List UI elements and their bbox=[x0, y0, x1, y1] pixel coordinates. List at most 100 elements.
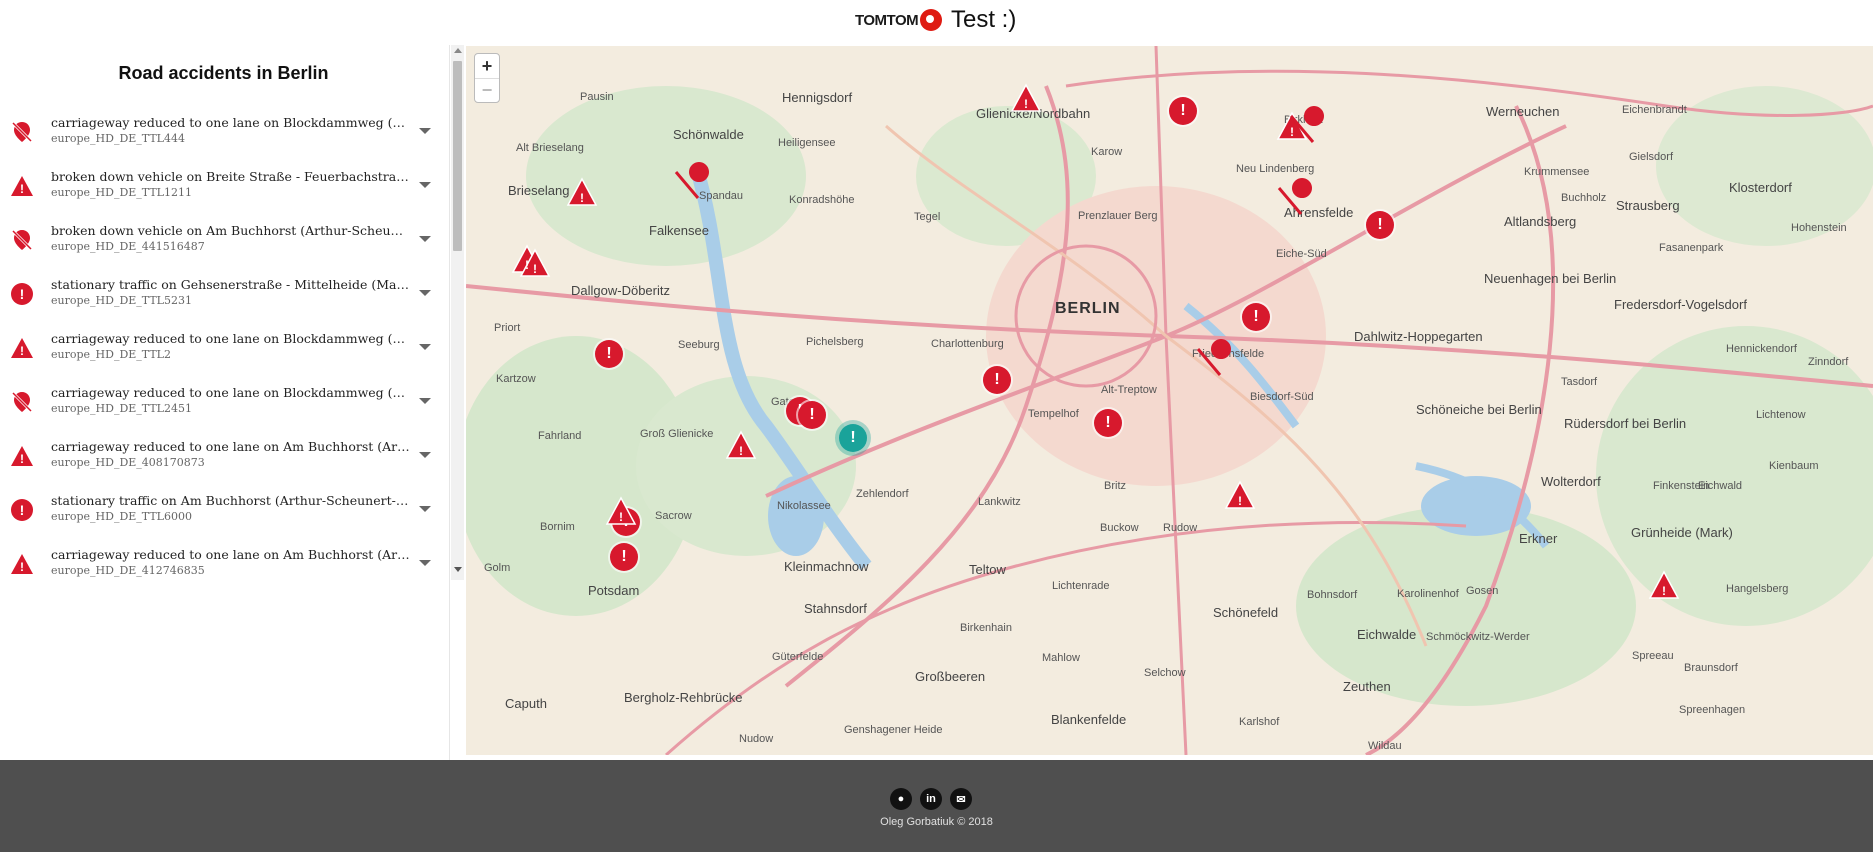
map-label: Tempelhof bbox=[1028, 408, 1079, 420]
mail-icon[interactable]: ✉ bbox=[950, 788, 972, 810]
zoom-out-button[interactable]: − bbox=[475, 78, 499, 102]
map-label: Selchow bbox=[1144, 667, 1186, 679]
map-label: Spreenhagen bbox=[1679, 704, 1746, 716]
alert-marker-icon[interactable]: ! bbox=[1094, 409, 1122, 437]
expand-chevron-down-icon[interactable] bbox=[419, 236, 431, 242]
map-label: Gielsdorf bbox=[1629, 151, 1674, 163]
map-label: Seeburg bbox=[678, 339, 720, 351]
map-label: Mahlow bbox=[1042, 652, 1080, 664]
alert-marker-icon[interactable]: ! bbox=[1366, 211, 1394, 239]
map-label: Alt Brieselang bbox=[516, 142, 584, 154]
map-label: Gosen bbox=[1466, 585, 1499, 597]
incident-title: carriageway reduced to one lane on Block… bbox=[51, 115, 411, 130]
incident-title: broken down vehicle on Am Buchhorst (Art… bbox=[51, 223, 411, 238]
incident-list[interactable]: carriageway reduced to one lane on Block… bbox=[0, 108, 452, 578]
map-label: Kienbaum bbox=[1769, 460, 1819, 472]
map-label: Bergholz-Rehbrücke bbox=[624, 690, 743, 705]
incident-title: carriageway reduced to one lane on Am Bu… bbox=[51, 439, 411, 454]
scroll-up-arrow-icon[interactable] bbox=[454, 48, 462, 53]
map-label: Lankwitz bbox=[978, 496, 1021, 508]
map-label: Karow bbox=[1091, 146, 1123, 158]
map-label: Potsdam bbox=[588, 583, 640, 598]
map-label: Tegel bbox=[914, 211, 941, 223]
expand-chevron-down-icon[interactable] bbox=[419, 182, 431, 188]
map-label: Neu Lindenberg bbox=[1236, 163, 1315, 175]
map-label: Werneuchen bbox=[1486, 104, 1560, 119]
map-label: Pichelsberg bbox=[806, 336, 864, 348]
scroll-down-arrow-icon[interactable] bbox=[454, 567, 462, 572]
expand-chevron-down-icon[interactable] bbox=[419, 560, 431, 566]
incident-list-item[interactable]: ! stationary traffic on Am Buchhorst (Art… bbox=[0, 486, 440, 540]
expand-chevron-down-icon[interactable] bbox=[419, 290, 431, 296]
alert-marker-icon[interactable]: ! bbox=[610, 543, 638, 571]
map-label: Lichtenow bbox=[1756, 409, 1806, 421]
map-label: Güterfelde bbox=[772, 651, 824, 663]
svg-text:!: ! bbox=[20, 182, 24, 196]
alert-marker-icon[interactable]: ! bbox=[798, 401, 826, 429]
map-label: Stahnsdorf bbox=[804, 601, 867, 616]
map-label-berlin: BERLIN bbox=[1055, 300, 1121, 317]
alert-marker-icon[interactable]: ! bbox=[612, 508, 640, 536]
github-icon[interactable]: ● bbox=[890, 788, 912, 810]
map-label: Pausin bbox=[580, 91, 614, 103]
alert-marker-icon[interactable]: ! bbox=[983, 366, 1011, 394]
incident-list-item[interactable]: carriageway reduced to one lane on Block… bbox=[0, 108, 440, 162]
map-label: Priort bbox=[494, 322, 521, 334]
expand-chevron-down-icon[interactable] bbox=[419, 452, 431, 458]
expand-chevron-down-icon[interactable] bbox=[419, 398, 431, 404]
map-label: Eichwalde bbox=[1357, 627, 1417, 642]
map-label: Groß Glienicke bbox=[640, 428, 714, 440]
zoom-in-button[interactable]: + bbox=[475, 54, 499, 78]
map-label: Sacrow bbox=[655, 510, 692, 522]
incident-list-item[interactable]: ! stationary traffic on Gehsenerstraße - … bbox=[0, 270, 440, 324]
map-label: Golm bbox=[484, 562, 511, 574]
map-label: Nudow bbox=[739, 733, 774, 745]
map-label: Blankenfelde bbox=[1051, 712, 1127, 727]
map-label: Kartzow bbox=[496, 373, 536, 385]
incident-title: carriageway reduced to one lane on Block… bbox=[51, 385, 411, 400]
zoom-control: + − bbox=[474, 53, 500, 103]
incident-sidebar: Road accidents in Berlin carriageway red… bbox=[0, 45, 450, 760]
expand-chevron-down-icon[interactable] bbox=[419, 506, 431, 512]
map-label: Eiche-Süd bbox=[1276, 248, 1327, 260]
map-label: Charlottenburg bbox=[931, 338, 1004, 350]
map-label: Krummensee bbox=[1524, 166, 1590, 178]
map-label: Hohenstein bbox=[1791, 222, 1847, 234]
svg-text:!: ! bbox=[20, 344, 24, 358]
map-label: Karolinenhof bbox=[1397, 588, 1459, 600]
linkedin-icon[interactable]: in bbox=[920, 788, 942, 810]
alert-marker-icon[interactable]: ! bbox=[1169, 97, 1197, 125]
map-label: Teltow bbox=[969, 562, 1006, 577]
page-title: Test :) bbox=[951, 6, 1017, 33]
svg-text:!: ! bbox=[20, 502, 25, 518]
expand-chevron-down-icon[interactable] bbox=[419, 128, 431, 134]
map-label: Spandau bbox=[699, 190, 744, 202]
warning-triangle-icon: ! bbox=[10, 336, 34, 360]
incident-list-item[interactable]: ! carriageway reduced to one lane on Am B… bbox=[0, 540, 440, 578]
map-label: Eichenbrandt bbox=[1622, 104, 1687, 116]
incident-list-item[interactable]: ! carriageway reduced to one lane on Am B… bbox=[0, 432, 440, 486]
lane-closed-icon bbox=[10, 228, 34, 252]
map-label: Birkholz bbox=[1284, 114, 1324, 126]
map-label: Rüdersdorf bei Berlin bbox=[1564, 416, 1687, 431]
alert-circle-icon: ! bbox=[10, 282, 34, 306]
warning-triangle-icon: ! bbox=[10, 552, 34, 576]
incident-list-item[interactable]: carriageway reduced to one lane on Block… bbox=[0, 378, 440, 432]
incident-list-item[interactable]: ! carriageway reduced to one lane on Bloc… bbox=[0, 324, 440, 378]
map-label: Friedrichsfelde bbox=[1192, 348, 1265, 360]
incident-list-item[interactable]: ! broken down vehicle on Breite Straße - … bbox=[0, 162, 440, 216]
traffic-map[interactable]: BERLIN Pausin Hennigsdorf Glienicke/Nord… bbox=[466, 46, 1873, 755]
selected-alert-marker-icon[interactable]: ! bbox=[839, 424, 867, 452]
map-label: Karlshof bbox=[1239, 716, 1280, 728]
incident-list-scrollbar[interactable] bbox=[451, 45, 464, 580]
map-label: Zeuthen bbox=[1343, 679, 1391, 694]
map-label: Lichtenrade bbox=[1052, 580, 1110, 592]
expand-chevron-down-icon[interactable] bbox=[419, 344, 431, 350]
alert-marker-icon[interactable]: ! bbox=[1242, 303, 1270, 331]
map-label: Braunsdorf bbox=[1684, 662, 1738, 674]
incident-id: europe_HD_DE_TTL5231 bbox=[51, 294, 192, 307]
incident-list-item[interactable]: broken down vehicle on Am Buchhorst (Art… bbox=[0, 216, 440, 270]
scroll-thumb[interactable] bbox=[453, 61, 462, 251]
map-label: Buckow bbox=[1100, 522, 1139, 534]
alert-marker-icon[interactable]: ! bbox=[595, 340, 623, 368]
